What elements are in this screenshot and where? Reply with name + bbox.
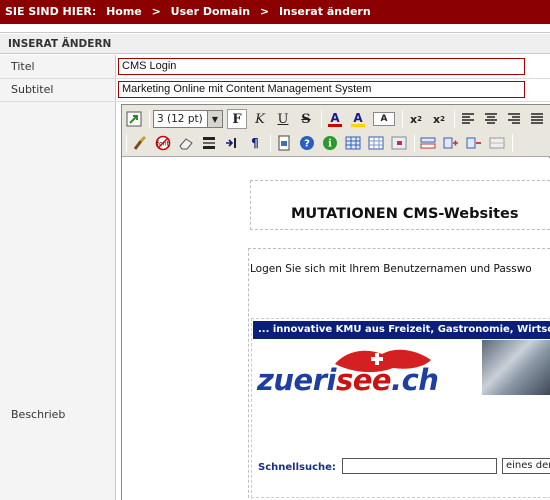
- insert-column-icon[interactable]: [441, 133, 461, 153]
- font-color-icon: A: [330, 110, 340, 125]
- align-center-icon[interactable]: [481, 109, 501, 129]
- breadcrumb-separator: >: [151, 5, 161, 18]
- breadcrumb-link-user-domain[interactable]: User Domain: [171, 5, 250, 18]
- toolbar-separator: [402, 110, 403, 128]
- heading-box: [250, 180, 550, 230]
- paragraph-icon[interactable]: ¶: [245, 133, 265, 153]
- breadcrumb-prefix: SIE SIND HIER:: [5, 5, 97, 18]
- rich-text-editor[interactable]: 3 (12 pt) ▼ F K U S A A A x2 x2 font ¶ ?…: [121, 104, 550, 500]
- toolbar-separator: [414, 134, 415, 152]
- highlight-icon: A: [353, 110, 363, 125]
- color-swatch: [351, 123, 365, 127]
- breadcrumb-link-home[interactable]: Home: [106, 5, 142, 18]
- font-color-button[interactable]: A: [325, 109, 345, 129]
- schnellsuche-input[interactable]: [342, 458, 497, 474]
- schnellsuche-label: Schnellsuche:: [258, 462, 336, 473]
- lake-photo-image: [482, 340, 550, 395]
- titel-input[interactable]: CMS Login: [118, 58, 525, 75]
- remove-format-icon[interactable]: font: [153, 133, 173, 153]
- eraser-icon[interactable]: [176, 133, 196, 153]
- svg-text:i: i: [328, 139, 332, 150]
- align-right-icon[interactable]: [504, 109, 524, 129]
- italic-button[interactable]: K: [250, 109, 270, 129]
- help-icon[interactable]: ?: [297, 133, 317, 153]
- color-swatch: [328, 123, 342, 127]
- banner-title-bar: ... innovative KMU aus Freizeit, Gastron…: [253, 321, 550, 339]
- chevron-down-icon[interactable]: ▼: [207, 111, 222, 127]
- breadcrumb-current: Inserat ändern: [278, 5, 371, 18]
- align-left-icon[interactable]: [458, 109, 478, 129]
- table-properties-icon[interactable]: [366, 133, 386, 153]
- insert-table-icon[interactable]: [343, 133, 363, 153]
- horizontal-rule-icon[interactable]: [199, 133, 219, 153]
- svg-text:?: ?: [304, 139, 310, 150]
- toolbar-separator: [126, 134, 127, 152]
- divider: [0, 78, 550, 79]
- document-link-icon[interactable]: [274, 133, 294, 153]
- content-heading: MUTATIONEN CMS-Websites: [291, 206, 519, 222]
- highlight-color-button[interactable]: A: [348, 109, 368, 129]
- font-size-select[interactable]: 3 (12 pt) ▼: [153, 110, 223, 128]
- toolbar-separator: [512, 134, 513, 152]
- merge-cells-icon[interactable]: [487, 133, 507, 153]
- divider: [0, 101, 550, 102]
- toolbar-separator: [270, 134, 271, 152]
- insert-image-icon[interactable]: [124, 109, 144, 129]
- info-icon[interactable]: i: [320, 133, 340, 153]
- toolbar-separator: [454, 110, 455, 128]
- font-size-value: 3 (12 pt): [157, 113, 203, 125]
- strikethrough-button[interactable]: S: [296, 109, 316, 129]
- anchor-icon[interactable]: [222, 133, 242, 153]
- font-icon: A: [373, 112, 395, 126]
- brush-icon[interactable]: [130, 133, 150, 153]
- zuerisee-logo: zuerisee.ch: [257, 363, 439, 397]
- spacer: [0, 24, 550, 33]
- superscript-button[interactable]: x2: [429, 109, 449, 129]
- label-column: [0, 55, 116, 500]
- subtitel-input[interactable]: Marketing Online mit Content Management …: [118, 81, 525, 98]
- toolbar-separator: [149, 110, 150, 128]
- section-title: INSERAT ÄNDERN: [0, 34, 550, 54]
- editor-content-area[interactable]: MUTATIONEN CMS-Websites Logen Sie sich m…: [122, 158, 550, 500]
- align-justify-icon[interactable]: [527, 109, 547, 129]
- delete-column-icon[interactable]: [464, 133, 484, 153]
- editor-toolbar: 3 (12 pt) ▼ F K U S A A A x2 x2 font ¶ ?…: [122, 105, 550, 157]
- toolbar-separator: [321, 110, 322, 128]
- subtitel-label: Subtitel: [11, 83, 54, 96]
- breadcrumb-bar: SIE SIND HIER: Home > User Domain > Inse…: [0, 0, 550, 24]
- subscript-button[interactable]: x2: [406, 109, 426, 129]
- underline-button[interactable]: U: [273, 109, 293, 129]
- bold-button[interactable]: F: [227, 109, 247, 129]
- beschrieb-label: Beschrieb: [11, 408, 66, 421]
- login-instruction-text: Logen Sie sich mit Ihrem Benutzernamen u…: [250, 263, 532, 275]
- titel-label: Titel: [11, 60, 35, 73]
- insert-row-icon[interactable]: [418, 133, 438, 153]
- font-select-button[interactable]: A: [371, 109, 397, 129]
- cell-properties-icon[interactable]: [389, 133, 409, 153]
- schnellsuche-select[interactable]: eines der: [502, 458, 550, 474]
- breadcrumb-separator: >: [259, 5, 270, 18]
